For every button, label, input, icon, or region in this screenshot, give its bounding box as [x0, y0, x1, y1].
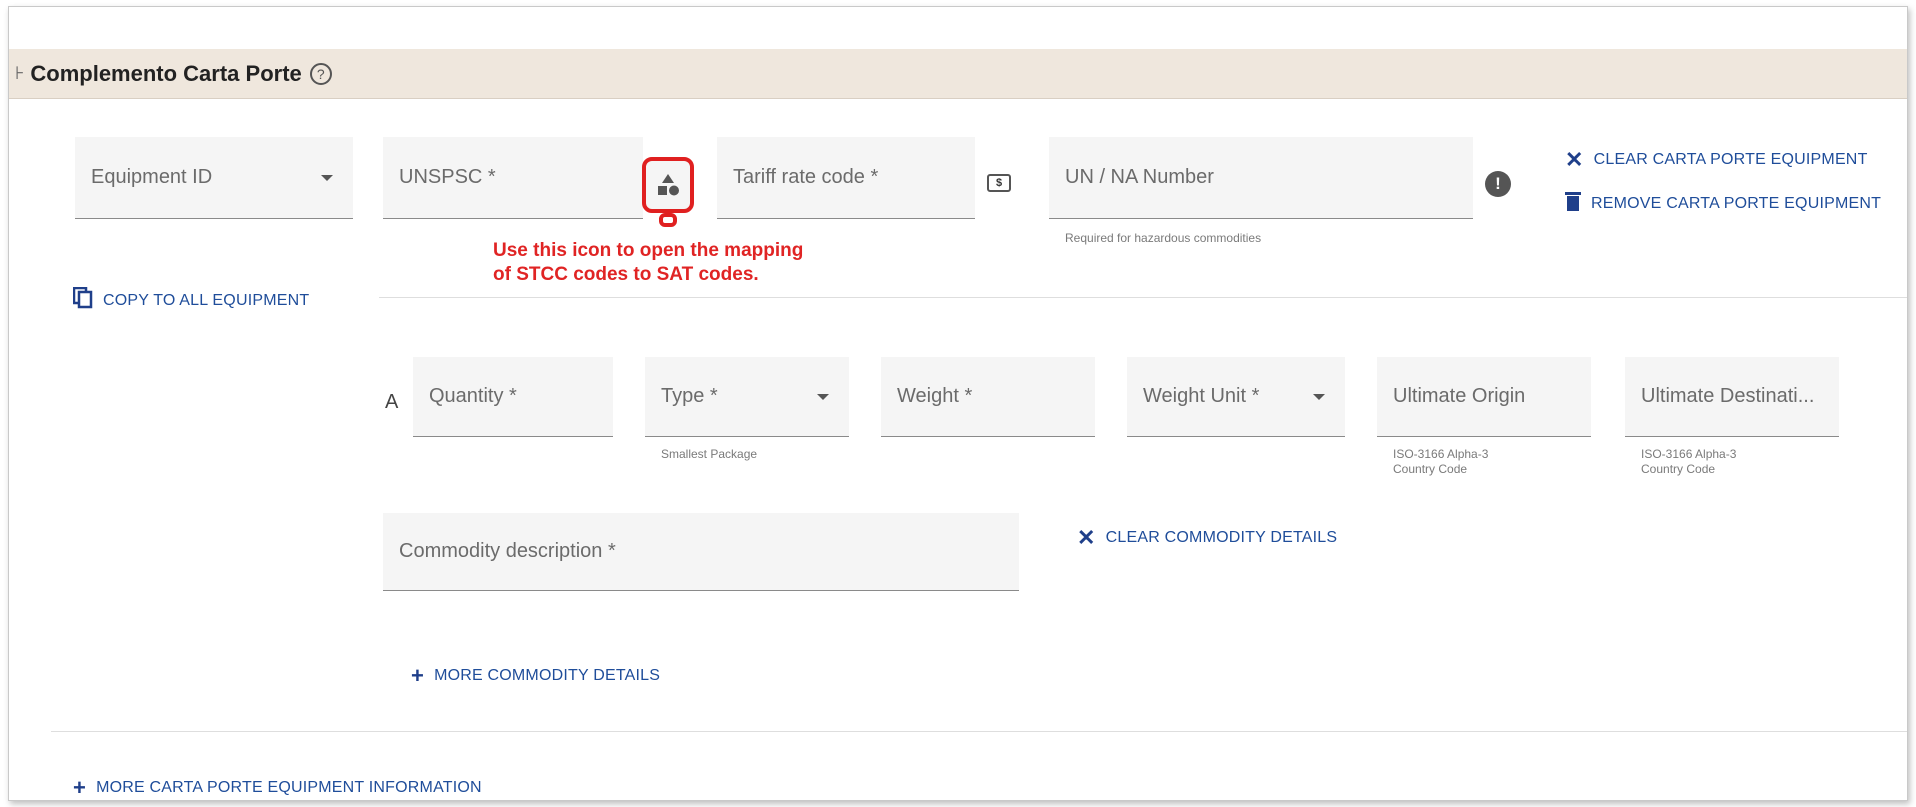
type-select[interactable]: Type *	[645, 357, 849, 437]
close-icon: ✕	[1565, 147, 1584, 172]
copy-to-all-equipment-button[interactable]: COPY TO ALL EQUIPMENT	[72, 286, 310, 315]
carta-porte-panel: ⊦ Complemento Carta Porte ? Equipment ID…	[8, 6, 1908, 801]
ultimate-destination-input[interactable]: Ultimate Destinati...	[1625, 357, 1839, 437]
clear-commodity-details-button[interactable]: ✕ CLEAR COMMODITY DETAILS	[1077, 525, 1337, 551]
quantity-placeholder: Quantity *	[429, 385, 517, 407]
commodity-row-label: A	[385, 391, 399, 413]
chevron-down-icon	[817, 393, 829, 400]
type-helper: Smallest Package	[661, 447, 758, 461]
divider	[379, 297, 1907, 298]
type-placeholder: Type *	[661, 385, 718, 407]
shapes-icon	[658, 174, 679, 196]
un-na-number-input[interactable]: UN / NA Number	[1049, 137, 1473, 219]
origin-helper-line-1: ISO-3166 Alpha-3	[1393, 447, 1489, 461]
un-na-helper: Required for hazardous commodities	[1065, 231, 1262, 245]
remove-equipment-label: REMOVE CARTA PORTE EQUIPMENT	[1591, 195, 1882, 212]
annotation-text: Use this icon to open the mapping of STC…	[493, 239, 803, 287]
destination-placeholder: Ultimate Destinati...	[1641, 385, 1815, 407]
divider	[51, 731, 1907, 732]
commodity-description-input[interactable]: Commodity description *	[383, 513, 1019, 591]
clear-carta-porte-equipment-button[interactable]: ✕ CLEAR CARTA PORTE EQUIPMENT	[1565, 147, 1868, 173]
un-na-placeholder: UN / NA Number	[1065, 166, 1214, 188]
mapping-icon-button[interactable]	[642, 157, 694, 227]
dollar-icon[interactable]: $	[987, 174, 1011, 192]
destination-helper: ISO-3166 Alpha-3 Country Code	[1641, 447, 1736, 477]
annotation-line-2: of STCC codes to SAT codes.	[493, 264, 759, 285]
origin-helper: ISO-3166 Alpha-3 Country Code	[1393, 447, 1488, 477]
unspsc-placeholder: UNSPSC *	[399, 166, 496, 188]
collapse-icon[interactable]: ⊦	[15, 63, 24, 84]
copy-label: COPY TO ALL EQUIPMENT	[103, 292, 310, 309]
weight-input[interactable]: Weight *	[881, 357, 1095, 437]
ultimate-origin-input[interactable]: Ultimate Origin	[1377, 357, 1591, 437]
chevron-down-icon	[321, 174, 333, 181]
destination-helper-line-2: Country Code	[1641, 462, 1716, 476]
tariff-placeholder: Tariff rate code *	[733, 166, 879, 188]
plus-icon: +	[411, 663, 425, 688]
help-icon[interactable]: ?	[309, 62, 332, 85]
equipment-id-select[interactable]: Equipment ID	[75, 137, 353, 219]
more-commodity-label: MORE COMMODITY DETAILS	[434, 667, 661, 684]
remove-carta-porte-equipment-button[interactable]: REMOVE CARTA PORTE EQUIPMENT	[1565, 191, 1881, 217]
section-header[interactable]: ⊦ Complemento Carta Porte ?	[9, 49, 1907, 99]
unspsc-input[interactable]: UNSPSC *	[383, 137, 643, 219]
description-placeholder: Commodity description *	[399, 540, 616, 562]
plus-icon: +	[73, 775, 87, 800]
annotation-line-1: Use this icon to open the mapping	[493, 240, 804, 261]
chevron-down-icon	[1313, 393, 1325, 400]
info-icon[interactable]: !	[1485, 171, 1511, 197]
origin-helper-line-2: Country Code	[1393, 462, 1468, 476]
quantity-input[interactable]: Quantity *	[413, 357, 613, 437]
destination-helper-line-1: ISO-3166 Alpha-3	[1641, 447, 1737, 461]
trash-icon	[1565, 191, 1581, 217]
section-title: Complemento Carta Porte	[30, 60, 302, 86]
more-commodity-details-button[interactable]: + MORE COMMODITY DETAILS	[411, 663, 660, 689]
more-carta-porte-equipment-button[interactable]: + MORE CARTA PORTE EQUIPMENT INFORMATION	[73, 775, 482, 800]
close-icon: ✕	[1077, 525, 1096, 550]
copy-icon	[72, 286, 93, 315]
clear-commodity-label: CLEAR COMMODITY DETAILS	[1105, 529, 1338, 546]
clear-equipment-label: CLEAR CARTA PORTE EQUIPMENT	[1593, 151, 1868, 168]
weight-unit-placeholder: Weight Unit *	[1143, 385, 1260, 407]
more-equipment-label: MORE CARTA PORTE EQUIPMENT INFORMATION	[96, 779, 482, 796]
weight-unit-select[interactable]: Weight Unit *	[1127, 357, 1345, 437]
tariff-rate-code-input[interactable]: Tariff rate code *	[717, 137, 975, 219]
origin-placeholder: Ultimate Origin	[1393, 385, 1526, 407]
annotation-marker	[659, 213, 677, 227]
equipment-id-placeholder: Equipment ID	[91, 166, 213, 188]
weight-placeholder: Weight *	[897, 385, 973, 407]
